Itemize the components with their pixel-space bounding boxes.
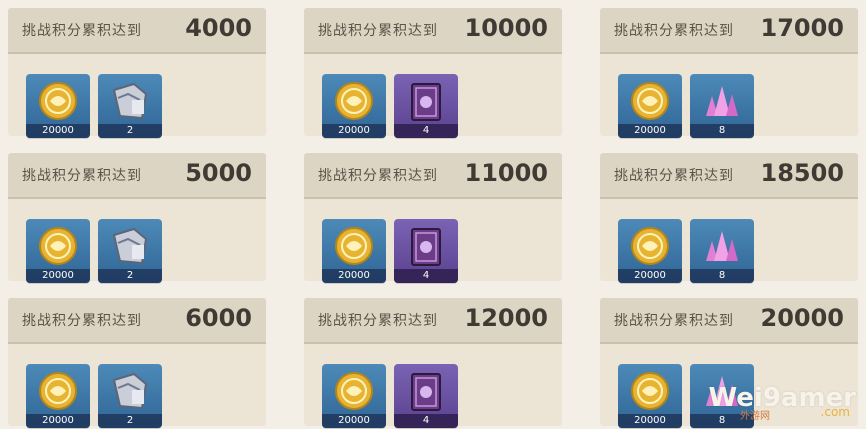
reward-item-crystal[interactable]: 8 <box>690 219 754 283</box>
reward-quantity: 20000 <box>26 124 90 138</box>
threshold-label: 挑战积分累积达到 <box>318 168 438 184</box>
threshold-value: 18500 <box>760 159 845 187</box>
reward-item-book[interactable]: 4 <box>394 364 458 428</box>
card-header: 挑战积分累积达到 5000 <box>8 153 266 199</box>
mora-coin-icon <box>39 372 77 410</box>
mora-coin-icon <box>335 227 373 265</box>
card-header: 挑战积分累积达到 20000 <box>600 298 858 344</box>
card-header: 挑战积分累积达到 12000 <box>304 298 562 344</box>
reward-card: 挑战积分累积达到 20000 20000 8 <box>600 298 858 428</box>
reward-card: 挑战积分累积达到 12000 20000 4 <box>304 298 562 428</box>
purple-book-icon <box>411 373 441 411</box>
threshold-label: 挑战积分累积达到 <box>22 168 142 184</box>
threshold-value: 6000 <box>185 304 252 332</box>
reward-item-ore[interactable]: 2 <box>98 74 162 138</box>
reward-quantity: 20000 <box>26 414 90 428</box>
reward-quantity: 2 <box>98 269 162 283</box>
reward-quantity: 2 <box>98 124 162 138</box>
reward-item-mora[interactable]: 20000 <box>26 364 90 428</box>
reward-card: 挑战积分累积达到 17000 20000 8 <box>600 8 858 138</box>
threshold-label: 挑战积分累积达到 <box>614 168 734 184</box>
reward-item-mora[interactable]: 20000 <box>618 364 682 428</box>
mora-coin-icon <box>631 372 669 410</box>
reward-item-mora[interactable]: 20000 <box>322 74 386 138</box>
threshold-value: 10000 <box>464 14 549 42</box>
reward-quantity: 2 <box>98 414 162 428</box>
mora-coin-icon <box>39 82 77 120</box>
reward-item-ore[interactable]: 2 <box>98 219 162 283</box>
reward-quantity: 20000 <box>618 414 682 428</box>
reward-item-mora[interactable]: 20000 <box>26 74 90 138</box>
reward-quantity: 20000 <box>322 269 386 283</box>
threshold-label: 挑战积分累积达到 <box>22 313 142 329</box>
reward-item-crystal[interactable]: 8 <box>690 364 754 428</box>
reward-card: 挑战积分累积达到 4000 20000 2 <box>8 8 266 138</box>
reward-quantity: 8 <box>690 269 754 283</box>
reward-card: 挑战积分累积达到 18500 20000 8 <box>600 153 858 283</box>
weapon-ore-icon <box>112 372 148 410</box>
reward-card: 挑战积分累积达到 5000 20000 2 <box>8 153 266 283</box>
reward-item-book[interactable]: 4 <box>394 74 458 138</box>
purple-book-icon <box>411 83 441 121</box>
reward-item-mora[interactable]: 20000 <box>618 219 682 283</box>
pink-crystal-icon <box>706 86 738 116</box>
card-header: 挑战积分累积达到 6000 <box>8 298 266 344</box>
threshold-value: 12000 <box>464 304 549 332</box>
mora-coin-icon <box>335 372 373 410</box>
mora-coin-icon <box>631 227 669 265</box>
reward-grid: 挑战积分累积达到 4000 20000 2 挑战积分累积达到 10000 200… <box>0 0 866 429</box>
card-header: 挑战积分累积达到 4000 <box>8 8 266 54</box>
threshold-value: 5000 <box>185 159 252 187</box>
reward-item-mora[interactable]: 20000 <box>322 219 386 283</box>
reward-item-mora[interactable]: 20000 <box>26 219 90 283</box>
reward-quantity: 4 <box>394 124 458 138</box>
reward-card: 挑战积分累积达到 11000 20000 4 <box>304 153 562 283</box>
reward-item-crystal[interactable]: 8 <box>690 74 754 138</box>
threshold-value: 17000 <box>760 14 845 42</box>
reward-card: 挑战积分累积达到 6000 20000 2 <box>8 298 266 428</box>
threshold-label: 挑战积分累积达到 <box>614 313 734 329</box>
card-header: 挑战积分累积达到 11000 <box>304 153 562 199</box>
reward-quantity: 20000 <box>26 269 90 283</box>
reward-quantity: 4 <box>394 414 458 428</box>
threshold-label: 挑战积分累积达到 <box>614 23 734 39</box>
mora-coin-icon <box>39 227 77 265</box>
threshold-label: 挑战积分累积达到 <box>318 23 438 39</box>
purple-book-icon <box>411 228 441 266</box>
card-header: 挑战积分累积达到 18500 <box>600 153 858 199</box>
threshold-value: 11000 <box>464 159 549 187</box>
reward-quantity: 8 <box>690 124 754 138</box>
threshold-value: 20000 <box>760 304 845 332</box>
reward-quantity: 8 <box>690 414 754 428</box>
reward-quantity: 20000 <box>322 414 386 428</box>
threshold-value: 4000 <box>185 14 252 42</box>
threshold-label: 挑战积分累积达到 <box>318 313 438 329</box>
weapon-ore-icon <box>112 82 148 120</box>
card-header: 挑战积分累积达到 17000 <box>600 8 858 54</box>
reward-quantity: 20000 <box>618 269 682 283</box>
mora-coin-icon <box>631 82 669 120</box>
mora-coin-icon <box>335 82 373 120</box>
reward-item-mora[interactable]: 20000 <box>322 364 386 428</box>
reward-quantity: 4 <box>394 269 458 283</box>
weapon-ore-icon <box>112 227 148 265</box>
reward-item-mora[interactable]: 20000 <box>618 74 682 138</box>
reward-quantity: 20000 <box>618 124 682 138</box>
pink-crystal-icon <box>706 376 738 406</box>
reward-card: 挑战积分累积达到 10000 20000 4 <box>304 8 562 138</box>
pink-crystal-icon <box>706 231 738 261</box>
card-header: 挑战积分累积达到 10000 <box>304 8 562 54</box>
threshold-label: 挑战积分累积达到 <box>22 23 142 39</box>
reward-item-book[interactable]: 4 <box>394 219 458 283</box>
reward-quantity: 20000 <box>322 124 386 138</box>
reward-item-ore[interactable]: 2 <box>98 364 162 428</box>
